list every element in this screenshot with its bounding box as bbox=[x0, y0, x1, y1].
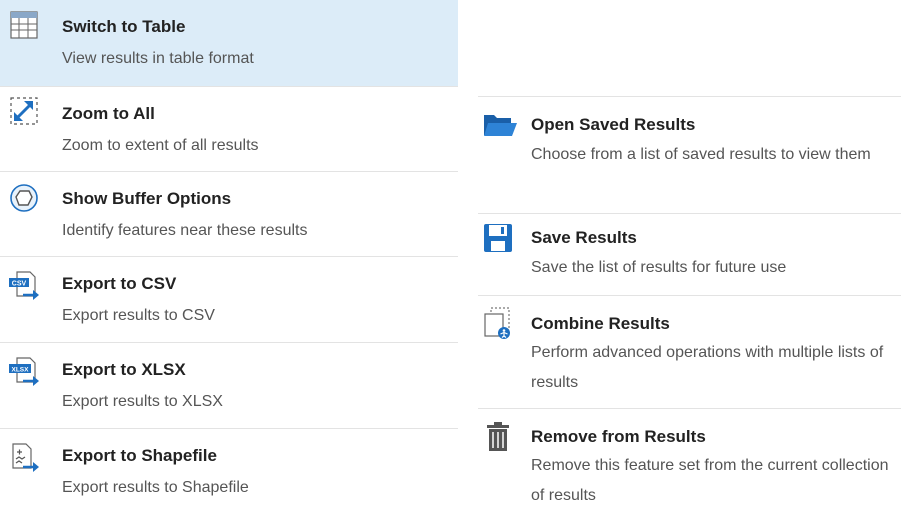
menu-item-title: Remove from Results bbox=[531, 427, 706, 446]
menu-item-save-results[interactable]: Save Results Save the list of results fo… bbox=[478, 213, 901, 296]
menu-item-description: Export results to CSV bbox=[62, 307, 215, 324]
menu-item-description: Export results to XLSX bbox=[62, 393, 223, 410]
menu-item-remove-from-results[interactable]: Remove from Results Remove this feature … bbox=[478, 408, 901, 514]
menu-item-description: Export results to Shapefile bbox=[62, 479, 249, 496]
menu-item-description: Perform advanced operations with multipl… bbox=[531, 344, 884, 391]
menu-item-description: Identify features near these results bbox=[62, 222, 308, 239]
menu-item-title: Export to Shapefile bbox=[62, 446, 217, 465]
combine-icon bbox=[482, 306, 514, 339]
menu-item-title: Zoom to All bbox=[62, 104, 155, 123]
menu-item-title: Switch to Table bbox=[62, 17, 186, 36]
menu-item-export-to-csv[interactable]: CSV Export to CSV Export results to CSV bbox=[0, 256, 458, 343]
menu-item-title: Open Saved Results bbox=[531, 115, 696, 134]
menu-item-export-to-shapefile[interactable]: Export to Shapefile Export results to Sh… bbox=[0, 428, 458, 514]
menu-item-description: Choose from a list of saved results to v… bbox=[531, 146, 871, 163]
svg-text:CSV: CSV bbox=[12, 281, 27, 288]
menu-item-title: Save Results bbox=[531, 228, 637, 247]
menu-item-switch-to-table[interactable]: Switch to Table View results in table fo… bbox=[0, 0, 458, 86]
menu-item-description: Save the list of results for future use bbox=[531, 259, 787, 276]
menu-item-description: Remove this feature set from the current… bbox=[531, 457, 889, 504]
zoom-extent-icon bbox=[8, 95, 40, 127]
svg-text:XLSX: XLSX bbox=[12, 367, 30, 374]
table-icon bbox=[8, 10, 40, 42]
menu-item-open-saved-results[interactable]: Open Saved Results Choose from a list of… bbox=[478, 96, 901, 214]
buffer-icon bbox=[8, 182, 40, 214]
trash-icon bbox=[482, 421, 514, 453]
menu-item-title: Export to XLSX bbox=[62, 360, 186, 379]
menu-item-title: Show Buffer Options bbox=[62, 189, 232, 208]
menu-item-combine-results[interactable]: Combine Results Perform advanced operati… bbox=[478, 295, 901, 409]
menu-item-zoom-to-all[interactable]: Zoom to All Zoom to extent of all result… bbox=[0, 86, 458, 172]
menu-item-description: Zoom to extent of all results bbox=[62, 137, 259, 154]
menu-item-export-to-xlsx[interactable]: XLSX Export to XLSX Export results to XL… bbox=[0, 342, 458, 429]
save-icon bbox=[482, 222, 514, 254]
shapefile-export-icon bbox=[8, 442, 40, 474]
xlsx-export-icon: XLSX bbox=[8, 356, 40, 388]
menu-item-title: Export to CSV bbox=[62, 274, 177, 293]
menu-item-show-buffer-options[interactable]: Show Buffer Options Identify features ne… bbox=[0, 171, 458, 257]
menu-item-description: View results in table format bbox=[62, 50, 254, 67]
csv-export-icon: CSV bbox=[8, 270, 40, 302]
folder-open-icon bbox=[482, 109, 517, 141]
menu-item-title: Combine Results bbox=[531, 314, 670, 333]
